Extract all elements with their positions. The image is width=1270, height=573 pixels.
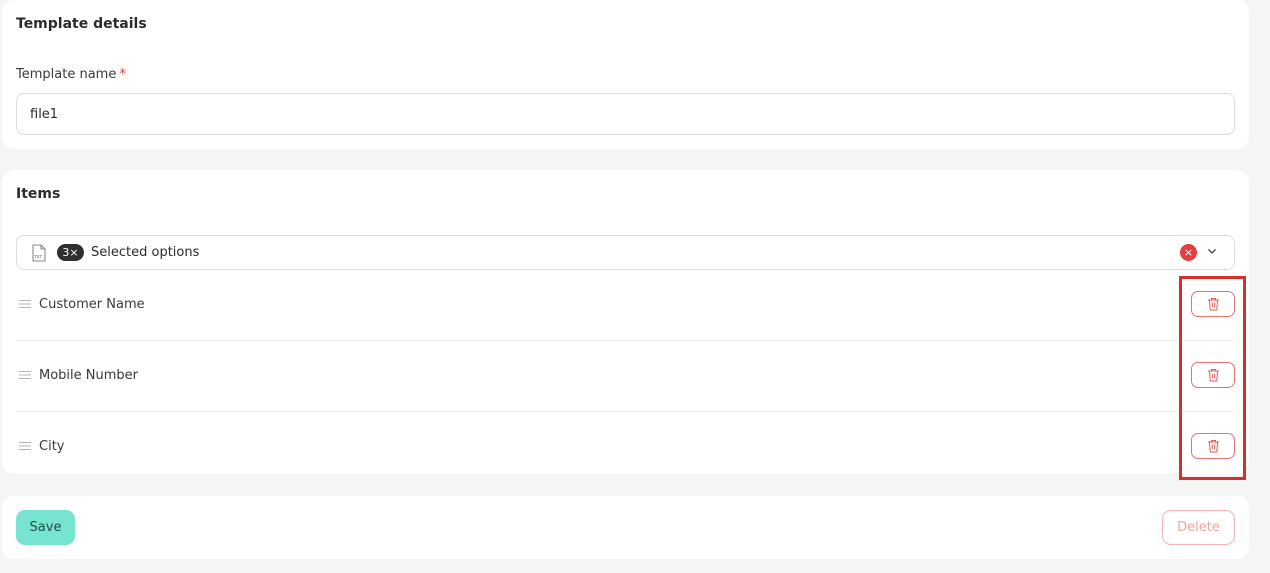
drag-handle-icon[interactable] bbox=[19, 298, 31, 310]
delete-item-button[interactable] bbox=[1191, 433, 1235, 459]
selected-options-text: Selected options bbox=[91, 245, 200, 260]
list-item: Customer Name bbox=[16, 270, 1235, 341]
list-item: Mobile Number bbox=[16, 341, 1235, 412]
item-label: City bbox=[39, 439, 65, 454]
trash-icon bbox=[1207, 440, 1219, 453]
template-name-input[interactable] bbox=[16, 93, 1235, 135]
delete-button[interactable]: Delete bbox=[1162, 510, 1235, 545]
selected-count-badge: 3× bbox=[57, 244, 84, 261]
chevron-down-icon[interactable] bbox=[1206, 245, 1218, 257]
required-mark: * bbox=[119, 67, 126, 82]
items-multiselect[interactable]: TXT 3× Selected options × bbox=[16, 235, 1235, 270]
trash-icon bbox=[1207, 369, 1219, 382]
template-name-label-text: Template name bbox=[16, 67, 117, 82]
item-label: Mobile Number bbox=[39, 368, 138, 383]
actions-card: Save Delete bbox=[2, 496, 1249, 559]
delete-item-button[interactable] bbox=[1191, 291, 1235, 317]
template-details-title: Template details bbox=[16, 16, 147, 32]
txt-file-icon: TXT bbox=[32, 244, 46, 262]
save-button[interactable]: Save bbox=[16, 510, 75, 545]
items-card: Items TXT 3× Selected options × Customer… bbox=[2, 170, 1249, 474]
template-name-label: Template name * bbox=[16, 67, 126, 82]
drag-handle-icon[interactable] bbox=[19, 369, 31, 381]
template-details-card: Template details Template name * bbox=[2, 0, 1249, 149]
trash-icon bbox=[1207, 298, 1219, 311]
svg-text:TXT: TXT bbox=[33, 255, 42, 260]
clear-icon[interactable]: × bbox=[1180, 244, 1197, 261]
drag-handle-icon[interactable] bbox=[19, 440, 31, 452]
delete-item-button[interactable] bbox=[1191, 362, 1235, 388]
items-title: Items bbox=[16, 186, 61, 202]
list-item: City bbox=[16, 412, 1235, 483]
item-label: Customer Name bbox=[39, 297, 145, 312]
